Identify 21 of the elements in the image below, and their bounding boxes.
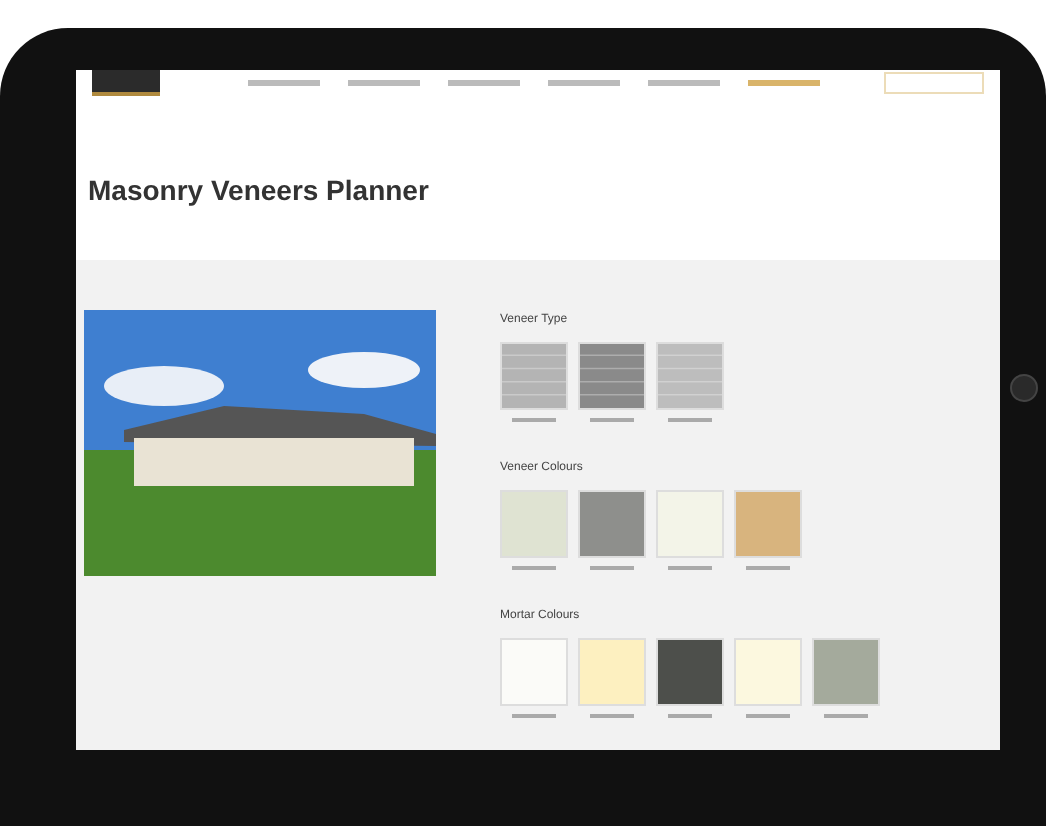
nav-link-placeholder[interactable] (348, 80, 420, 86)
texture-swatch[interactable] (578, 342, 646, 410)
page-title: Masonry Veneers Planner (88, 174, 429, 206)
colour-swatch[interactable] (734, 490, 802, 558)
colour-swatch[interactable] (578, 490, 646, 558)
colour-swatch[interactable] (500, 638, 568, 706)
colour-swatch[interactable] (656, 638, 724, 706)
nav-link-placeholder[interactable] (648, 80, 720, 86)
colour-swatch[interactable] (734, 638, 802, 706)
nav-link-placeholder[interactable] (548, 80, 620, 86)
colour-swatch[interactable] (578, 638, 646, 706)
home-button[interactable] (1009, 374, 1037, 402)
texture-swatch[interactable] (656, 342, 724, 410)
header-button[interactable] (884, 72, 984, 94)
nav-link-placeholder[interactable] (448, 80, 520, 86)
texture-swatch[interactable] (500, 342, 568, 410)
logo (92, 70, 160, 96)
nav-link-placeholder[interactable] (248, 80, 320, 86)
nav-link-placeholder[interactable] (748, 80, 820, 86)
colour-swatch[interactable] (812, 638, 880, 706)
colour-swatch[interactable] (500, 490, 568, 558)
